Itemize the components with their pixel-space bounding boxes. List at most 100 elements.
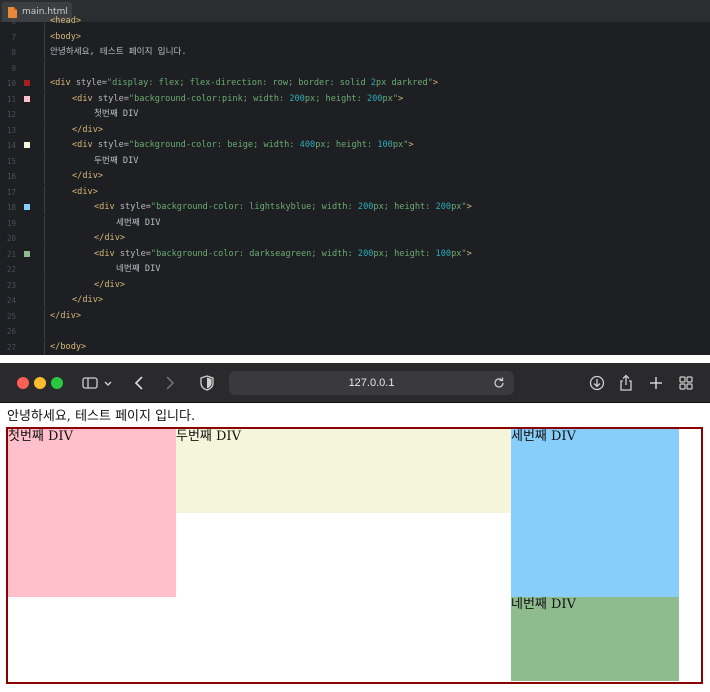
share-icon[interactable] bbox=[617, 374, 635, 392]
code-text: <div> bbox=[72, 186, 98, 197]
code-text: </div> bbox=[72, 295, 104, 305]
column-wrapper: 세번째 DIV 네번째 DIV bbox=[511, 429, 679, 682]
code-text: </div> bbox=[94, 279, 126, 290]
code-editor: main.html 6 <head> 7 <body> 8 안녕하세요, 테스트 페이지 … bbox=[0, 0, 710, 355]
line-number: 17 bbox=[6, 187, 16, 197]
code-text: </div> bbox=[94, 233, 126, 243]
fold-guide bbox=[44, 262, 45, 277]
code-line: 20 </div> bbox=[0, 231, 710, 246]
code-line: 6 <head> bbox=[0, 14, 710, 29]
line-number: 13 bbox=[6, 125, 16, 135]
line-number: 21 bbox=[6, 249, 16, 259]
fold-guide bbox=[44, 246, 45, 262]
code-text: <head> bbox=[50, 16, 82, 26]
line-number: 14 bbox=[6, 141, 16, 150]
code-line: 27 </body> bbox=[0, 339, 710, 355]
zoom-window-button[interactable] bbox=[51, 377, 63, 389]
divider bbox=[0, 355, 710, 363]
code-line: 22 네번째 DIV bbox=[0, 262, 710, 277]
line-number: 6 bbox=[11, 17, 16, 26]
code-text: <body> bbox=[50, 31, 82, 42]
fold-guide bbox=[44, 215, 45, 231]
shield-icon[interactable] bbox=[198, 374, 216, 392]
line-number: 7 bbox=[11, 32, 16, 42]
code-line: 9 bbox=[0, 60, 710, 76]
new-tab-icon[interactable] bbox=[647, 374, 665, 392]
code-text: </body> bbox=[50, 341, 87, 352]
code-text: <div style="background-color: beige; wid… bbox=[72, 140, 414, 150]
code-line: 16 </div> bbox=[0, 169, 710, 184]
code-text: </div> bbox=[50, 310, 82, 321]
fold-guide bbox=[44, 107, 45, 122]
fold-guide bbox=[44, 184, 45, 200]
code-line: 26 bbox=[0, 324, 710, 339]
code-text: <div style="background-color: lightskybl… bbox=[94, 202, 472, 212]
line-number: 19 bbox=[6, 218, 16, 228]
greeting-text: 안녕하세요, 테스트 페이지 입니다. bbox=[7, 409, 196, 424]
chevron-down-icon[interactable] bbox=[102, 374, 114, 392]
fold-guide bbox=[44, 308, 45, 324]
fold-guide bbox=[44, 324, 45, 339]
code-line: 12 첫번째 DIV bbox=[0, 107, 710, 122]
first-div: 첫번째 DIV bbox=[8, 429, 176, 597]
line-number: 12 bbox=[6, 110, 16, 119]
fold-guide bbox=[44, 76, 45, 91]
code-line: 13 </div> bbox=[0, 122, 710, 138]
color-swatch-icon bbox=[24, 142, 30, 148]
code-line: 8 안녕하세요, 테스트 페이지 입니다. bbox=[0, 45, 710, 60]
web-page: 안녕하세요, 테스트 페이지 입니다. 첫번째 DIV 두번째 DIV 세번째 … bbox=[0, 404, 710, 692]
code-text: 네번째 DIV bbox=[116, 264, 161, 274]
fold-guide bbox=[44, 29, 45, 45]
color-swatch-icon bbox=[24, 204, 30, 210]
fold-guide bbox=[44, 138, 45, 153]
fourth-div: 네번째 DIV bbox=[511, 597, 679, 681]
code-text: 첫번째 DIV bbox=[94, 109, 139, 119]
code-line: 11 <div style="background-color:pink; wid… bbox=[0, 91, 710, 107]
fold-guide bbox=[44, 45, 45, 60]
line-number: 26 bbox=[6, 327, 16, 336]
fold-guide bbox=[44, 91, 45, 107]
download-icon[interactable] bbox=[588, 374, 606, 392]
line-number: 18 bbox=[6, 203, 16, 212]
code-line: 7 <body> bbox=[0, 29, 710, 45]
fold-guide bbox=[44, 277, 45, 293]
code-line: 18 <div style="background-color: lightsky… bbox=[0, 200, 710, 215]
line-number: 27 bbox=[6, 342, 16, 352]
fold-guide bbox=[44, 339, 45, 355]
code-text: <div style="background-color: darkseagre… bbox=[94, 248, 472, 259]
code-text: 두번째 DIV bbox=[94, 155, 139, 166]
code-text: 세번째 DIV bbox=[116, 217, 161, 228]
line-number: 20 bbox=[6, 234, 16, 243]
minimize-window-button[interactable] bbox=[34, 377, 46, 389]
close-window-button[interactable] bbox=[17, 377, 29, 389]
color-swatch-icon bbox=[24, 80, 30, 86]
fold-guide bbox=[44, 231, 45, 246]
line-number: 9 bbox=[11, 63, 16, 73]
code-line: 19 세번째 DIV bbox=[0, 215, 710, 231]
forward-icon[interactable] bbox=[160, 374, 178, 392]
code-area[interactable]: 6 <head> 7 <body> 8 안녕하세요, 테스트 페이지 입니다. 9 10 <di… bbox=[0, 14, 710, 355]
line-number: 16 bbox=[6, 172, 16, 181]
sidebar-icon[interactable] bbox=[81, 374, 99, 392]
code-line: 17 <div> bbox=[0, 184, 710, 200]
code-line: 21 <div style="background-color: darkseag… bbox=[0, 246, 710, 262]
line-number: 22 bbox=[6, 265, 16, 274]
tab-overview-icon[interactable] bbox=[677, 374, 695, 392]
line-number: 8 bbox=[11, 48, 16, 57]
fold-guide bbox=[44, 122, 45, 138]
code-line: 23 </div> bbox=[0, 277, 710, 293]
second-div: 두번째 DIV bbox=[176, 429, 511, 513]
back-icon[interactable] bbox=[131, 374, 149, 392]
address-text: 127.0.0.1 bbox=[348, 377, 395, 389]
line-number: 24 bbox=[6, 296, 16, 305]
address-bar[interactable]: 127.0.0.1 bbox=[229, 371, 514, 395]
code-line: 14 <div style="background-color: beige; w… bbox=[0, 138, 710, 153]
fold-guide bbox=[44, 200, 45, 215]
code-line: 15 두번째 DIV bbox=[0, 153, 710, 169]
code-text: <div style="background-color:pink; width… bbox=[72, 93, 404, 104]
reload-icon[interactable] bbox=[492, 376, 506, 390]
line-number: 11 bbox=[6, 94, 16, 104]
line-number: 23 bbox=[6, 280, 16, 290]
third-div: 세번째 DIV bbox=[511, 429, 679, 597]
color-swatch-icon bbox=[24, 95, 30, 102]
